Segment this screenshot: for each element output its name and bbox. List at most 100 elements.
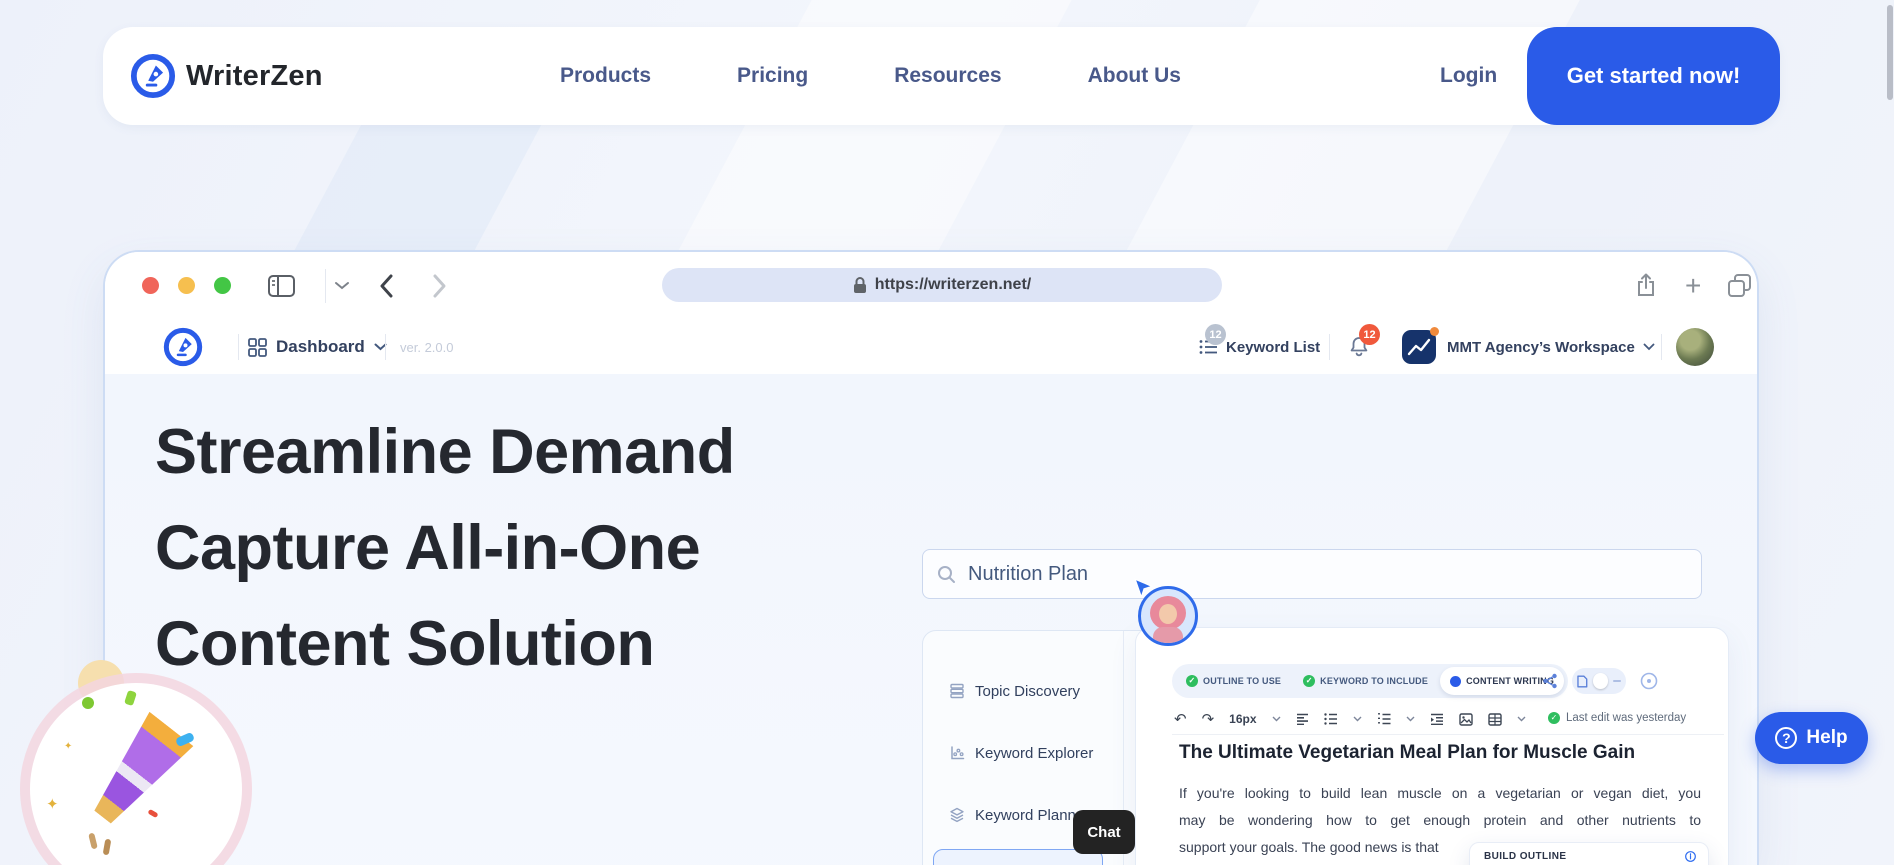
dashboard-label: Dashboard [276, 337, 365, 356]
lock-icon [853, 276, 867, 294]
browser-window: https://writerzen.net/ + Dashboard ver. … [103, 250, 1759, 865]
document-toggle[interactable] [1572, 668, 1626, 694]
writerzen-logo-icon [130, 53, 176, 99]
share-nodes-icon[interactable] [1542, 673, 1558, 689]
divider [1172, 734, 1724, 735]
browser-chrome: https://writerzen.net/ + [105, 252, 1757, 320]
keyword-explorer-icon [951, 746, 965, 760]
confetti-piece [147, 808, 159, 819]
toggle-track [1613, 680, 1621, 682]
app-header: Dashboard ver. 2.0.0 Keyword List 12 12 … [105, 320, 1757, 375]
chevron-down-icon[interactable] [1272, 716, 1281, 722]
hero-title-line-1: Streamline Demand [155, 417, 735, 487]
dashboard-menu[interactable]: Dashboard [248, 320, 387, 374]
popper-stick [102, 838, 112, 856]
help-button[interactable]: ? Help [1755, 712, 1868, 764]
document-icon [1577, 674, 1588, 688]
app-logo[interactable] [163, 320, 203, 374]
divider [1661, 334, 1662, 360]
article-line: may be wondering how to get enough prote… [1179, 812, 1701, 828]
workspace-status-dot [1430, 327, 1439, 336]
indent-icon[interactable] [1430, 713, 1444, 725]
notification-count-badge: 12 [1359, 324, 1380, 345]
check-icon: ✓ [1303, 675, 1316, 687]
editor-toolbar: ↶ ↷ 16px [1174, 710, 1526, 728]
chevron-down-icon[interactable] [334, 281, 350, 290]
nav-link-about[interactable]: About Us [1088, 64, 1181, 88]
numbered-list-icon[interactable] [1377, 713, 1391, 725]
sidebar-toggle-icon[interactable] [268, 275, 295, 297]
close-window-button[interactable] [142, 277, 159, 294]
nav-link-resources[interactable]: Resources [894, 64, 1001, 88]
hero-title-line-3: Content Solution [155, 609, 655, 679]
topic-discovery-icon [950, 683, 964, 699]
confetti-piece [124, 689, 137, 707]
url-text: https://writerzen.net/ [874, 276, 1032, 293]
outline-title: BUILD OUTLINE [1484, 851, 1567, 862]
minimize-window-button[interactable] [178, 277, 195, 294]
article-line: If you're looking to build lean muscle o… [1179, 785, 1701, 801]
hero-title-line-2: Capture All-in-One [155, 513, 701, 583]
image-icon[interactable] [1458, 712, 1473, 726]
font-size-select[interactable]: 16px [1229, 712, 1256, 726]
login-link[interactable]: Login [1440, 27, 1497, 125]
question-mark-icon: ? [1775, 727, 1798, 749]
keyword-planner-icon [950, 807, 964, 823]
version-label: ver. 2.0.0 [400, 339, 454, 355]
divider [385, 334, 386, 360]
brand-logo[interactable]: WriterZen [130, 27, 323, 125]
hero-description: Every tool you need to rank in Google in… [155, 857, 910, 865]
table-icon[interactable] [1487, 712, 1502, 726]
confetti-piece [82, 697, 94, 709]
last-edit-status: ✓ Last edit was yesterday [1548, 712, 1686, 724]
chevron-down-icon[interactable] [1406, 716, 1415, 722]
divider [325, 269, 326, 303]
toggle-knob [1592, 673, 1609, 689]
info-icon[interactable] [1685, 851, 1696, 862]
divider [1329, 334, 1330, 360]
zoom-window-button[interactable] [214, 277, 231, 294]
chevron-down-icon [1643, 343, 1655, 351]
new-tab-icon[interactable]: + [1685, 270, 1701, 302]
user-avatar[interactable] [1676, 328, 1714, 366]
sidebar-item-topic-discovery[interactable]: Topic Discovery [923, 671, 1123, 711]
app-body: Streamline Demand Capture All-in-One Con… [105, 374, 1757, 865]
nav-link-products[interactable]: Products [560, 64, 651, 88]
popper-stick [88, 832, 98, 850]
tab-overview-icon[interactable] [1727, 273, 1752, 298]
url-bar[interactable]: https://writerzen.net/ [662, 268, 1222, 302]
redo-button[interactable]: ↷ [1202, 710, 1215, 728]
content-editor-card: ✓ OUTLINE TO USE ✓ KEYWORD TO INCLUDE CO… [1135, 627, 1729, 865]
divider [238, 334, 239, 360]
active-dot-icon [1450, 675, 1462, 687]
forward-arrow-icon[interactable] [432, 273, 448, 299]
get-started-button[interactable]: Get started now! [1527, 27, 1780, 125]
editor-top-actions [1542, 664, 1658, 698]
workspace-name: MMT Agency’s Workspace [1447, 338, 1635, 356]
collaborator-avatar [1138, 586, 1198, 646]
workspace-menu[interactable]: MMT Agency’s Workspace [1447, 320, 1655, 374]
confetti-star: ✦ [46, 796, 59, 813]
chat-tooltip: Chat [1073, 810, 1135, 854]
check-icon: ✓ [1548, 712, 1560, 724]
page-scrollbar[interactable] [1887, 5, 1893, 100]
chevron-down-icon[interactable] [1353, 716, 1362, 722]
bullet-list-icon[interactable] [1323, 713, 1338, 725]
keyword-list-label: Keyword List [1226, 338, 1321, 356]
step-outline-to-use[interactable]: ✓ OUTLINE TO USE [1176, 667, 1291, 695]
back-arrow-icon[interactable] [378, 273, 394, 299]
build-outline-panel: BUILD OUTLINE H2 H3 H4 [1469, 842, 1709, 865]
chevron-down-icon[interactable] [1517, 716, 1526, 722]
align-icon[interactable] [1296, 713, 1309, 725]
sidebar-item-keyword-explorer[interactable]: Keyword Explorer [923, 733, 1123, 773]
brand-name: WriterZen [186, 59, 323, 92]
more-options-icon[interactable] [1640, 672, 1658, 690]
share-icon[interactable] [1636, 272, 1656, 298]
search-input[interactable] [966, 561, 1570, 587]
step-keyword-to-include[interactable]: ✓ KEYWORD TO INCLUDE [1293, 667, 1438, 695]
article-title: The Ultimate Vegetarian Meal Plan for Mu… [1179, 742, 1636, 763]
popper-cone [80, 711, 195, 835]
undo-button[interactable]: ↶ [1174, 710, 1187, 728]
nav-link-pricing[interactable]: Pricing [737, 64, 808, 88]
demo-search-bar[interactable] [922, 549, 1702, 599]
